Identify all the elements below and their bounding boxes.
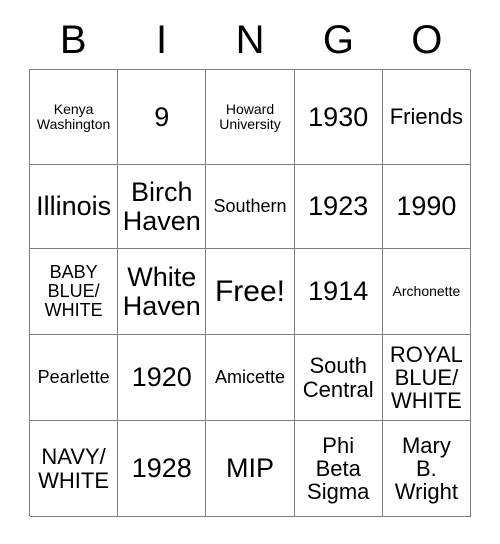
bingo-cell-label: 1928: [131, 453, 192, 484]
bingo-header-letter-o: O: [411, 18, 443, 62]
bingo-cell-o3[interactable]: Archonette: [382, 249, 471, 335]
bingo-cell-b4[interactable]: Pearlette: [30, 335, 119, 421]
bingo-grid: Kenya Washington 9 Howard University 193…: [29, 69, 471, 517]
bingo-cell-label: 1914: [308, 276, 369, 307]
bingo-cell-i1[interactable]: 9: [118, 70, 207, 165]
bingo-cell-label: Birch Haven: [122, 176, 201, 236]
bingo-cell-label: Friends: [389, 104, 464, 130]
bingo-cell-label: 1990: [396, 191, 457, 222]
bingo-cell-b2[interactable]: Illinois: [30, 165, 119, 249]
bingo-cell-g1[interactable]: 1930: [294, 70, 383, 165]
bingo-cell-label: White Haven: [122, 261, 201, 321]
bingo-cell-g2[interactable]: 1923: [294, 165, 383, 249]
bingo-cell-n5[interactable]: MIP: [206, 421, 295, 517]
bingo-cell-label: 1923: [308, 191, 369, 222]
bingo-cell-label: Illinois: [36, 191, 112, 222]
bingo-cell-free-space[interactable]: Free!: [206, 249, 295, 335]
bingo-cell-label: 1920: [131, 362, 192, 393]
bingo-cell-n2[interactable]: Southern: [206, 165, 295, 249]
bingo-cell-label: BABY BLUE/ WHITE: [44, 261, 103, 321]
bingo-cell-o2[interactable]: 1990: [382, 165, 471, 249]
bingo-cell-g3[interactable]: 1914: [294, 249, 383, 335]
bingo-cell-label: Southern: [213, 195, 287, 216]
bingo-cell-n1[interactable]: Howard University: [206, 70, 295, 165]
bingo-cell-o1[interactable]: Friends: [382, 70, 471, 165]
bingo-header-letter-n: N: [235, 18, 265, 62]
bingo-cell-g4[interactable]: South Central: [294, 335, 383, 421]
bingo-cell-label: Archonette: [392, 283, 461, 300]
bingo-cell-i4[interactable]: 1920: [118, 335, 207, 421]
bingo-header-letter-b: B: [59, 18, 87, 62]
bingo-cell-i2[interactable]: Birch Haven: [118, 165, 207, 249]
bingo-header-letter-i: I: [156, 18, 168, 62]
bingo-cell-b5[interactable]: NAVY/ WHITE: [30, 421, 119, 517]
bingo-cell-n4[interactable]: Amicette: [206, 335, 295, 421]
bingo-cell-i3[interactable]: White Haven: [118, 249, 207, 335]
bingo-cell-o5[interactable]: Mary B. Wright: [382, 421, 471, 517]
bingo-cell-o4[interactable]: ROYAL BLUE/ WHITE: [382, 335, 471, 421]
bingo-cell-label: 9: [154, 101, 170, 132]
bingo-card: B I N G O Kenya Washington 9 Howard Univ…: [0, 0, 500, 544]
bingo-cell-label: Howard University: [219, 101, 281, 132]
bingo-cell-label: 1930: [308, 101, 369, 132]
bingo-header-row: B I N G O: [29, 14, 471, 66]
bingo-cell-label: MIP: [225, 453, 274, 484]
bingo-cell-label: Kenya Washington: [36, 101, 111, 132]
bingo-header-letter-g: G: [322, 18, 354, 62]
bingo-cell-label: ROYAL BLUE/ WHITE: [389, 341, 463, 414]
free-space-label: Free!: [214, 274, 285, 308]
bingo-cell-label: Amicette: [214, 366, 285, 387]
bingo-cell-label: Phi Beta Sigma: [307, 432, 370, 505]
bingo-cell-label: Mary B. Wright: [394, 432, 458, 505]
bingo-cell-label: South Central: [302, 353, 374, 402]
bingo-cell-i5[interactable]: 1928: [118, 421, 207, 517]
bingo-cell-b1[interactable]: Kenya Washington: [30, 70, 119, 165]
bingo-cell-label: Pearlette: [37, 366, 110, 387]
bingo-cell-b3[interactable]: BABY BLUE/ WHITE: [30, 249, 119, 335]
bingo-cell-label: NAVY/ WHITE: [38, 444, 110, 493]
bingo-cell-g5[interactable]: Phi Beta Sigma: [294, 421, 383, 517]
